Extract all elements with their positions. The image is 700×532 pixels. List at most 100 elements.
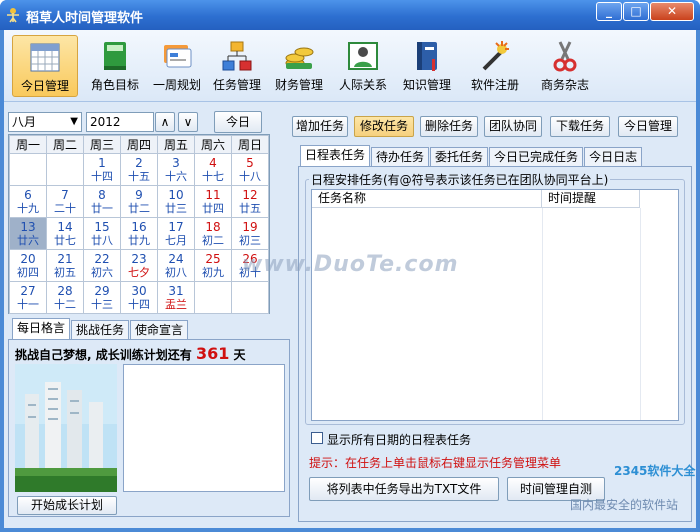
prev-year-button[interactable]: ∧ [155, 112, 175, 132]
tab-pending-tasks[interactable]: 待办任务 [371, 147, 430, 166]
lunar-date: 廿八 [91, 233, 113, 247]
weekday-header: 周四 [120, 135, 158, 154]
knowledge-book-icon [417, 42, 437, 71]
calendar-day-cell[interactable]: 13 廿六 [9, 217, 47, 250]
calendar-day-cell[interactable]: 21 初五 [46, 249, 84, 282]
toolbar-task-management[interactable]: 任务管理 [204, 35, 270, 97]
export-txt-button[interactable]: 将列表中任务导出为TXT文件 [309, 477, 499, 501]
calendar-day-cell[interactable] [231, 281, 269, 314]
next-year-button[interactable]: ∨ [178, 112, 198, 132]
lunar-date: 十八 [239, 169, 261, 183]
toolbar-today[interactable]: 今日管理 [12, 35, 78, 97]
challenge-suffix: 天 [233, 348, 246, 362]
year-field[interactable]: 2012 [86, 112, 154, 132]
column-task-name[interactable]: 任务名称 [312, 190, 542, 208]
month-select[interactable]: 八月 ▼ [8, 112, 82, 132]
tab-today-log[interactable]: 今日日志 [584, 147, 643, 166]
delete-task-button[interactable]: 删除任务 [420, 116, 478, 137]
toolbar-weekly-plan[interactable]: 一周规划 [144, 35, 210, 97]
day-number: 13 [20, 219, 36, 234]
add-task-button[interactable]: 增加任务 [292, 116, 348, 137]
calendar-day-cell[interactable]: 5 十八 [231, 153, 269, 186]
team-collab-button[interactable]: 团队协同 [484, 116, 542, 137]
calendar-day-cell[interactable]: 22 初六 [83, 249, 121, 282]
title-bar[interactable]: 稻草人时间管理软件 _ □ ✕ [0, 0, 700, 30]
lunar-date: 十四 [128, 297, 150, 311]
day-number: 19 [242, 219, 258, 234]
calendar-day-cell[interactable]: 8 廿一 [83, 185, 121, 218]
calendar-day-cell[interactable]: 31 盂兰 [157, 281, 195, 314]
calendar-day-cell[interactable]: 11 廿四 [194, 185, 232, 218]
toolbar-role-goals[interactable]: 角色目标 [82, 35, 148, 97]
calendar-day-cell[interactable]: 27 十一 [9, 281, 47, 314]
calendar-day-cell[interactable]: 7 二十 [46, 185, 84, 218]
minimize-button[interactable]: _ [596, 2, 622, 21]
lunar-date: 廿二 [128, 201, 150, 215]
motto-text-area[interactable] [123, 364, 285, 492]
day-number: 4 [209, 155, 217, 170]
day-number: 23 [131, 251, 147, 266]
challenge-days: 361 [195, 344, 230, 363]
calendar-day-cell[interactable]: 25 初九 [194, 249, 232, 282]
calendar-day-cell[interactable]: 23 七夕 [120, 249, 158, 282]
toolbar-label: 任务管理 [212, 78, 261, 92]
calendar-day-cell[interactable]: 4 十七 [194, 153, 232, 186]
toolbar-relationships[interactable]: 人际关系 [330, 35, 396, 97]
calendar-day-cell[interactable] [9, 153, 47, 186]
calendar-day-cell[interactable]: 24 初八 [157, 249, 195, 282]
calendar-day-cell[interactable]: 2 十五 [120, 153, 158, 186]
tab-daily-motto[interactable]: 每日格言 [12, 318, 71, 339]
calendar-day-cell[interactable]: 9 廿二 [120, 185, 158, 218]
start-plan-button[interactable]: 开始成长计划 [17, 496, 117, 515]
calendar-day-cell[interactable]: 28 十二 [46, 281, 84, 314]
calendar-day-cell[interactable]: 10 廿三 [157, 185, 195, 218]
toolbar-business-magazine[interactable]: 商务杂志 [532, 35, 598, 97]
column-reminder[interactable]: 时间提醒 [542, 190, 640, 208]
calendar-day-cell[interactable]: 18 初二 [194, 217, 232, 250]
calendar-day-cell[interactable]: 6 十九 [9, 185, 47, 218]
tab-schedule-tasks[interactable]: 日程表任务 [300, 145, 371, 166]
lunar-date: 二十 [54, 201, 76, 215]
tab-completed-today[interactable]: 今日已完成任务 [489, 147, 584, 166]
edit-task-button[interactable]: 修改任务 [354, 116, 414, 137]
calendar-day-cell[interactable]: 17 七月 [157, 217, 195, 250]
calendar-icon [30, 43, 60, 72]
calendar-day-cell[interactable]: 12 廿五 [231, 185, 269, 218]
calendar-day-cell[interactable]: 3 十六 [157, 153, 195, 186]
calendar-day-cell[interactable]: 14 廿七 [46, 217, 84, 250]
calendar-day-cell[interactable]: 30 十四 [120, 281, 158, 314]
day-number: 6 [24, 187, 32, 202]
toolbar-finance[interactable]: 财务管理 [266, 35, 332, 97]
lunar-date: 初八 [165, 265, 187, 279]
calendar-day-cell[interactable] [194, 281, 232, 314]
toolbar-label: 今日管理 [20, 79, 69, 93]
column-divider [640, 208, 641, 420]
maximize-button[interactable]: □ [623, 2, 649, 21]
today-manage-button[interactable]: 今日管理 [618, 116, 678, 137]
calendar-day-cell[interactable]: 20 初四 [9, 249, 47, 282]
today-button[interactable]: 今日 [214, 111, 262, 133]
calendar-day-cell[interactable]: 16 廿九 [120, 217, 158, 250]
close-button[interactable]: ✕ [650, 2, 694, 21]
scissors-icon [553, 41, 577, 72]
challenge-line: 挑战自己梦想, 成长训练计划还有 361 天 [15, 344, 246, 363]
day-number: 5 [246, 155, 254, 170]
task-list[interactable]: 任务名称 时间提醒 [311, 189, 679, 421]
download-task-button[interactable]: 下载任务 [550, 116, 610, 137]
lunar-date: 初三 [239, 233, 261, 247]
calendar-day-cell[interactable]: 15 廿八 [83, 217, 121, 250]
lunar-date: 廿一 [91, 201, 113, 215]
tab-challenge[interactable]: 挑战任务 [71, 320, 130, 339]
toolbar-knowledge[interactable]: 知识管理 [394, 35, 460, 97]
tab-delegated-tasks[interactable]: 委托任务 [430, 147, 489, 166]
weekday-header: 周三 [83, 135, 121, 154]
column-divider [542, 208, 543, 420]
calendar-day-cell[interactable] [46, 153, 84, 186]
tab-mission[interactable]: 使命宣言 [130, 320, 189, 339]
toolbar-register[interactable]: 软件注册 [462, 35, 528, 97]
calendar-day-cell[interactable]: 19 初三 [231, 217, 269, 250]
calendar-day-cell[interactable]: 1 十四 [83, 153, 121, 186]
show-all-checkbox[interactable] [311, 432, 323, 444]
lunar-date: 十九 [17, 201, 39, 215]
calendar-day-cell[interactable]: 29 十三 [83, 281, 121, 314]
